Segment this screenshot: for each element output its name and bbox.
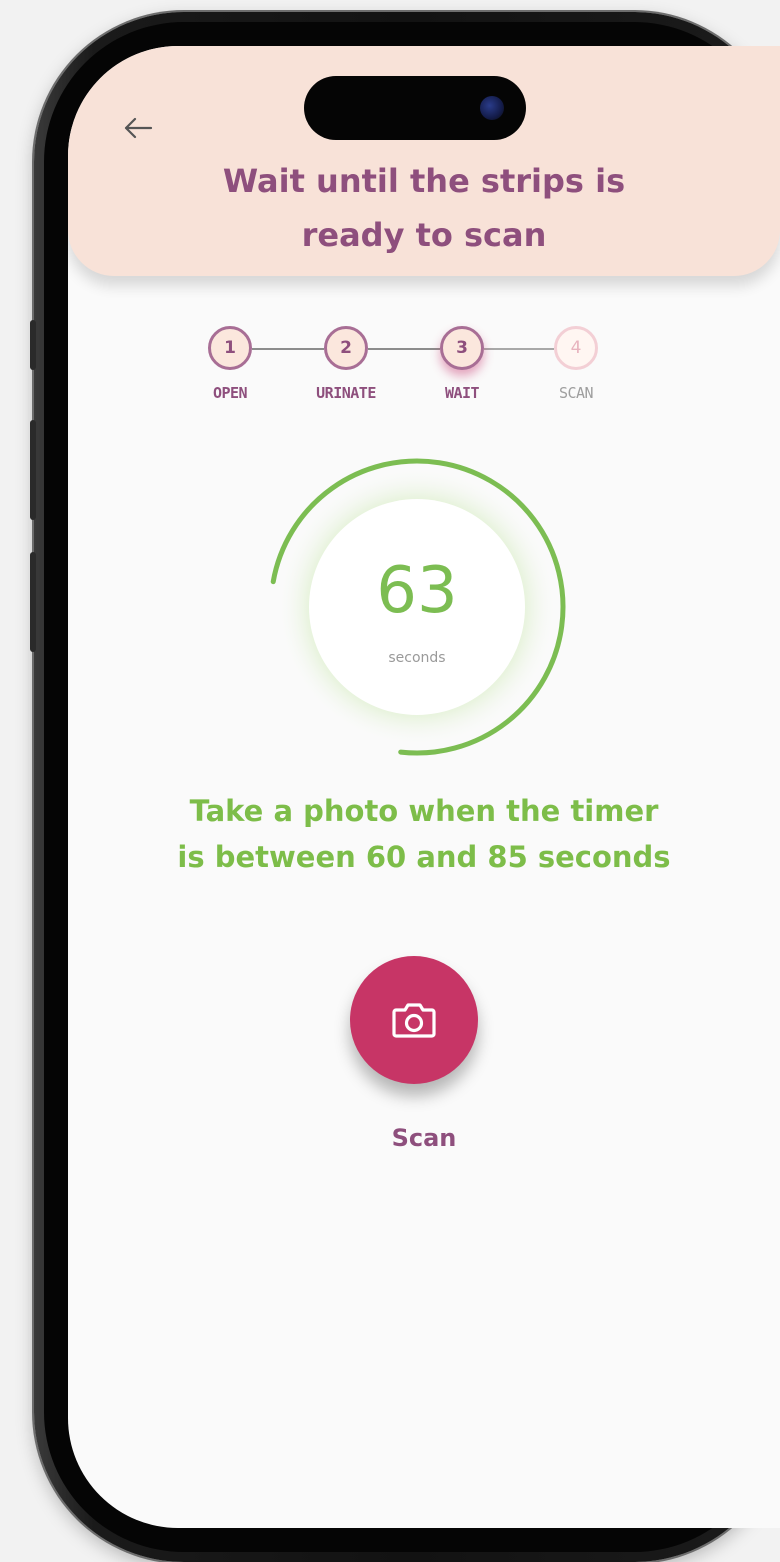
camera-icon — [392, 1003, 436, 1038]
timer-value: 63 — [376, 554, 458, 628]
dynamic-island — [304, 76, 526, 140]
step-connector — [252, 348, 324, 350]
page-title-line-1: Wait until the strips is — [222, 162, 626, 200]
countdown-timer: 63 seconds — [264, 454, 570, 760]
header: Wait until the strips is ready to scan — [68, 46, 780, 276]
step-1-circle: 1 — [208, 326, 252, 370]
step-connector — [368, 348, 440, 350]
volume-up-button — [30, 420, 36, 520]
scan-label: Scan — [391, 1124, 457, 1152]
step-3-circle: 3 — [440, 326, 484, 370]
instruction-line-2: is between 60 and 85 seconds — [177, 840, 671, 874]
step-2-circle: 2 — [324, 326, 368, 370]
step-1-label: OPEN — [212, 384, 248, 402]
volume-down-button — [30, 552, 36, 652]
app-screenshot: Wait until the strips is ready to scan 1… — [0, 0, 780, 1562]
instruction-line-1: Take a photo when the timer — [189, 794, 659, 828]
arrow-left-icon — [124, 117, 153, 139]
timer-unit-label: seconds — [388, 650, 446, 666]
page-title-line-2: ready to scan — [301, 216, 547, 254]
step-4-label: SCAN — [558, 384, 594, 402]
step-4-circle: 4 — [554, 326, 598, 370]
instruction-text: Take a photo when the timer is between 6… — [68, 788, 780, 880]
front-camera — [480, 96, 504, 120]
back-button[interactable] — [118, 108, 158, 148]
page-title: Wait until the strips is ready to scan — [68, 154, 780, 262]
step-connector — [484, 348, 554, 350]
app-screen: Wait until the strips is ready to scan 1… — [68, 46, 780, 1528]
step-2-label: URINATE — [316, 384, 376, 402]
scan-button[interactable] — [350, 956, 478, 1084]
step-3-label: WAIT — [444, 384, 480, 402]
progress-stepper: 1 2 3 4 OPEN URINATE WAIT SCAN — [208, 326, 628, 426]
action-button — [30, 320, 36, 370]
